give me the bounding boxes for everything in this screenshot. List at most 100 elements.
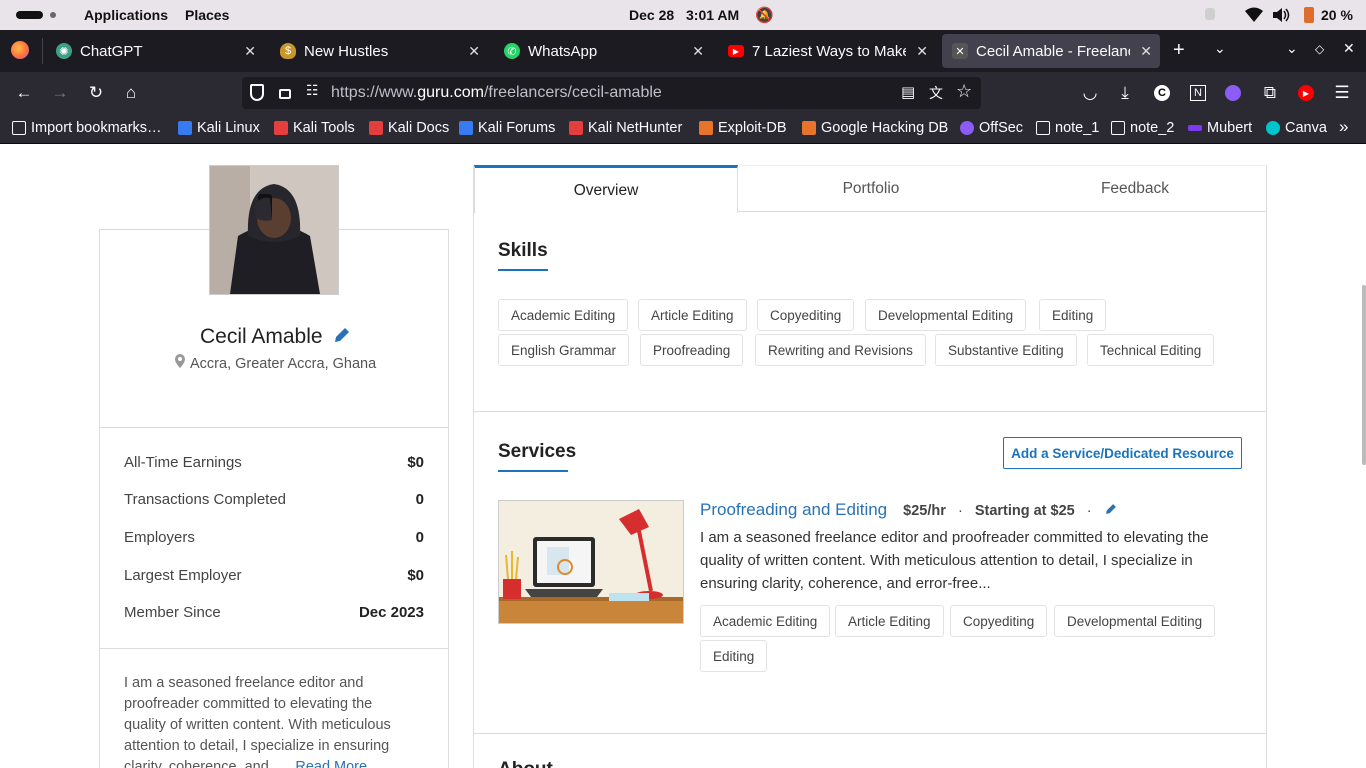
new-tab-icon[interactable]: + [1173, 39, 1185, 62]
service-title-link[interactable]: Proofreading and Editing [700, 500, 887, 519]
bookmark-label: note_2 [1130, 120, 1175, 136]
bookmark-note-2[interactable]: note_2 [1111, 120, 1174, 136]
bookmark-mubert[interactable]: Mubert [1188, 120, 1252, 136]
service-tag-chip[interactable]: Editing [700, 640, 768, 672]
tab-guru-active[interactable]: ✕ Cecil Amable - Freelancer ✕ [942, 34, 1160, 68]
bookmark-label: Kali Tools [293, 120, 355, 136]
bookmark-canva[interactable]: Canva [1266, 120, 1327, 136]
add-service-button[interactable]: Add a Service/Dedicated Resource [1003, 437, 1242, 469]
skill-chip[interactable]: Substantive Editing [935, 334, 1077, 366]
tab-new-hustles[interactable]: $ New Hustles ✕ [270, 34, 488, 68]
tab-feedback[interactable]: Feedback [1003, 165, 1267, 212]
youtube-ext-icon[interactable]: ▶ [1295, 82, 1317, 104]
activities-pill-icon[interactable] [16, 11, 43, 19]
service-tag-chip[interactable]: Developmental Editing [1054, 605, 1216, 637]
bookmark-label: Import bookmarks… [31, 120, 162, 136]
service-thumbnail[interactable] [498, 500, 684, 624]
skill-chip[interactable]: Copyediting [757, 299, 855, 331]
tab-youtube[interactable]: ▶ 7 Laziest Ways to Make M ✕ [718, 34, 936, 68]
system-top-bar: Applications Places Dec 28 3:01 AM 🔕 20 … [0, 0, 1366, 30]
window-maximize-icon[interactable]: ◇ [1315, 42, 1324, 56]
window-minimize-icon[interactable]: ⌄ [1286, 40, 1298, 57]
avatar[interactable] [209, 165, 339, 295]
bookmark-google-hacking-db[interactable]: Google Hacking DB [802, 120, 948, 136]
close-tab-icon[interactable]: ✕ [916, 43, 928, 60]
skill-chip[interactable]: Technical Editing [1087, 334, 1215, 366]
notion-icon[interactable]: N [1187, 82, 1209, 104]
tab-whatsapp[interactable]: ✆ WhatsApp ✕ [494, 34, 712, 68]
skill-chip[interactable]: Proofreading [640, 334, 744, 366]
tab-overview[interactable]: Overview [474, 165, 738, 213]
translate-icon[interactable]: 文 [929, 83, 943, 103]
reader-view-icon[interactable]: ▤ [901, 83, 915, 101]
edit-pencil-icon[interactable] [332, 325, 352, 345]
clock-date[interactable]: Dec 28 [629, 7, 674, 23]
wifi-icon[interactable] [1245, 7, 1263, 23]
tab-list-chevron-icon[interactable]: ⌄ [1214, 40, 1226, 57]
window-close-icon[interactable]: ✕ [1343, 40, 1355, 57]
bookmark-exploit-db[interactable]: Exploit-DB [699, 120, 787, 136]
back-icon[interactable]: ← [13, 82, 35, 104]
url-text[interactable]: https://www.guru.com/freelancers/cecil-a… [331, 84, 662, 102]
battery-percent[interactable]: 20 % [1321, 7, 1353, 23]
separator-dot: · [957, 503, 963, 519]
tab-portfolio[interactable]: Portfolio [739, 165, 1003, 212]
lock-icon[interactable] [279, 89, 291, 99]
stat-row: Member Since Dec 2023 [100, 604, 448, 624]
privacy-icon[interactable] [1205, 8, 1215, 20]
bookmark-kali-tools[interactable]: Kali Tools [274, 120, 355, 136]
places-menu[interactable]: Places [185, 7, 229, 23]
close-tab-icon[interactable]: ✕ [692, 43, 704, 60]
bookmarks-overflow-icon[interactable]: » [1339, 117, 1348, 137]
skill-chip[interactable]: Rewriting and Revisions [755, 334, 926, 366]
forward-icon[interactable]: → [49, 82, 71, 104]
shield-icon[interactable] [250, 84, 264, 101]
page-scrollbar[interactable] [1362, 285, 1366, 465]
home-icon[interactable]: ⌂ [120, 82, 142, 104]
url-bar[interactable]: ☷ https://www.guru.com/freelancers/cecil… [242, 77, 981, 109]
extension-c-icon[interactable]: C [1151, 82, 1173, 104]
close-tab-icon[interactable]: ✕ [244, 43, 256, 60]
bookmark-kali-docs[interactable]: Kali Docs [369, 120, 449, 136]
skill-chip[interactable]: Article Editing [638, 299, 747, 331]
bookmark-kali-forums[interactable]: Kali Forums [459, 120, 555, 136]
clock-time[interactable]: 3:01 AM [686, 7, 739, 23]
bookmark-import[interactable]: Import bookmarks… [12, 120, 162, 136]
hamburger-menu-icon[interactable]: ☰ [1331, 82, 1353, 104]
service-tag-chip[interactable]: Academic Editing [700, 605, 831, 637]
offsec-icon [960, 121, 974, 135]
service-tag-chip[interactable]: Article Editing [835, 605, 944, 637]
read-more-link[interactable]: Read More [295, 759, 367, 768]
skill-chip[interactable]: Academic Editing [498, 299, 629, 331]
battery-icon[interactable] [1304, 7, 1314, 23]
firefox-menu-icon[interactable] [11, 41, 29, 59]
profile-name-row: Cecil Amable [200, 325, 350, 349]
bookmark-kali-nethunter[interactable]: Kali NetHunter [569, 120, 682, 136]
service-tag-chip[interactable]: Copyediting [950, 605, 1048, 637]
extension-purple-icon[interactable] [1222, 82, 1244, 104]
close-tab-icon[interactable]: ✕ [468, 43, 480, 60]
pocket-icon[interactable]: ◡ [1079, 82, 1101, 104]
applications-menu[interactable]: Applications [84, 7, 168, 23]
bookmark-kali-linux[interactable]: Kali Linux [178, 120, 260, 136]
skill-chip[interactable]: Editing [1039, 299, 1107, 331]
volume-icon[interactable] [1272, 7, 1290, 23]
skill-chip[interactable]: English Grammar [498, 334, 630, 366]
tab-chatgpt[interactable]: ✺ ChatGPT ✕ [46, 34, 264, 68]
permissions-icon[interactable]: ☷ [306, 82, 319, 99]
reload-icon[interactable]: ↻ [85, 82, 107, 104]
bookmark-offsec[interactable]: OffSec [960, 120, 1023, 136]
bookmark-label: Kali Linux [197, 120, 260, 136]
downloads-icon[interactable]: ⤓ [1114, 82, 1136, 104]
bookmark-label: Exploit-DB [718, 120, 787, 136]
tab-label: 7 Laziest Ways to Make M [752, 42, 906, 60]
stat-value: 0 [415, 491, 424, 508]
bookmark-note-1[interactable]: note_1 [1036, 120, 1099, 136]
close-tab-icon[interactable]: ✕ [1140, 43, 1152, 60]
bell-muted-icon[interactable]: 🔕 [755, 6, 774, 24]
workspace-dot-icon [50, 12, 56, 18]
skill-chip[interactable]: Developmental Editing [865, 299, 1027, 331]
bookmark-star-icon[interactable]: ☆ [956, 81, 972, 102]
extensions-icon[interactable]: ⧉ [1259, 82, 1281, 104]
edit-pencil-icon[interactable] [1104, 502, 1118, 516]
